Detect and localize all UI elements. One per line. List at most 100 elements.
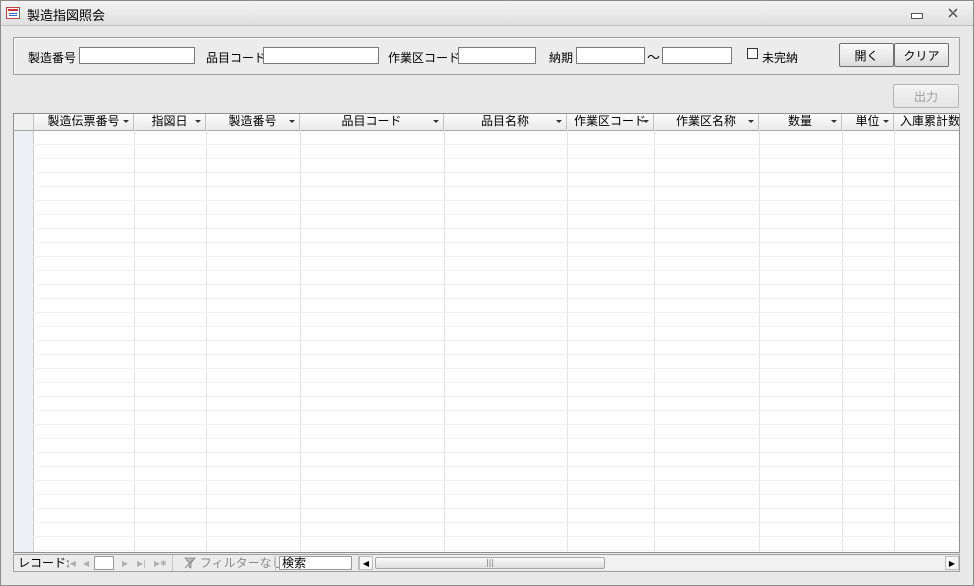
search-input[interactable]: 検索 — [279, 556, 352, 570]
record-label: レコード: — [18, 556, 71, 570]
column-header-label: 作業区名称 — [675, 114, 736, 128]
window-title: 製造指図照会 — [27, 9, 106, 24]
nav-divider — [275, 555, 276, 571]
row-gridline — [33, 242, 959, 243]
output-button[interactable]: 出力 — [893, 84, 959, 108]
row-gridline — [33, 144, 959, 145]
title-bar: 製造指図照会 — [1, 1, 973, 26]
column-header[interactable]: 品目コード — [300, 114, 444, 130]
column-gridline — [134, 130, 135, 552]
column-header-label: 入庫累計数 — [900, 114, 960, 128]
row-gridline — [33, 228, 959, 229]
column-gridline — [842, 130, 843, 552]
minimize-icon — [911, 13, 923, 19]
horizontal-scrollbar[interactable]: ◀ ||| ▶ — [358, 556, 959, 570]
column-header[interactable]: 指図日 — [134, 114, 206, 130]
mfg-no-input[interactable] — [79, 47, 195, 64]
row-gridline — [33, 438, 959, 439]
row-gridline — [33, 354, 959, 355]
dropdown-arrow-icon[interactable] — [883, 120, 889, 123]
column-header[interactable]: 入庫累計数 — [894, 114, 960, 130]
nav-divider — [172, 555, 173, 571]
incomplete-checkbox[interactable] — [747, 48, 758, 59]
incomplete-label: 未完納 — [762, 51, 799, 65]
column-header[interactable]: 作業区名称 — [654, 114, 759, 130]
column-header[interactable]: 作業区コード — [567, 114, 654, 130]
row-gridline — [33, 522, 959, 523]
clear-button[interactable]: クリア — [894, 43, 949, 67]
column-header[interactable]: 製造番号 — [206, 114, 300, 130]
due-from-input[interactable] — [576, 47, 645, 64]
new-record-icon[interactable]: ▶✱ — [154, 559, 167, 568]
work-area-input[interactable] — [458, 47, 536, 64]
due-to-input[interactable] — [662, 47, 732, 64]
column-header[interactable]: 数量 — [759, 114, 842, 130]
filter-status-label: フィルターなし — [199, 556, 284, 570]
column-header-label: 単位 — [855, 114, 880, 128]
column-gridline — [894, 130, 895, 552]
mfg-no-label: 製造番号 — [28, 51, 77, 65]
due-range-separator: ～ — [647, 51, 661, 66]
row-gridline — [33, 158, 959, 159]
row-gridline — [33, 200, 959, 201]
row-gridline — [33, 550, 959, 551]
record-navigation-bar: レコード: |◀ ◀ ▶ ▶| ▶✱ フィルターなし 検索 ◀ ||| ▶ — [13, 554, 960, 572]
minimize-button[interactable] — [906, 3, 928, 23]
dropdown-arrow-icon[interactable] — [831, 120, 837, 123]
column-header-label: 品目名称 — [480, 114, 529, 128]
row-gridline — [33, 424, 959, 425]
record-selector-column[interactable] — [14, 114, 34, 552]
datasheet-header: 製造伝票番号 指図日 製造番号 品目コード 品目名称 作業区コード 作業区名称 … — [14, 114, 959, 131]
column-header-label: 数量 — [787, 114, 812, 128]
column-gridline — [567, 130, 568, 552]
column-header-label: 品目コード — [341, 114, 402, 128]
column-gridline — [759, 130, 760, 552]
row-gridline — [33, 410, 959, 411]
row-gridline — [33, 480, 959, 481]
dropdown-arrow-icon[interactable] — [748, 120, 754, 123]
column-header[interactable]: 単位 — [842, 114, 894, 130]
dropdown-arrow-icon[interactable] — [643, 120, 649, 123]
row-gridline — [33, 536, 959, 537]
row-gridline — [33, 396, 959, 397]
row-gridline — [33, 508, 959, 509]
column-header[interactable]: 品目名称 — [444, 114, 567, 130]
filter-off-icon — [184, 557, 196, 569]
column-header[interactable]: 製造伝票番号 — [34, 114, 134, 130]
dropdown-arrow-icon[interactable] — [556, 120, 562, 123]
last-record-icon[interactable]: ▶| — [137, 559, 146, 568]
filter-toggle[interactable]: フィルターなし — [184, 556, 284, 571]
previous-record-icon[interactable]: ◀ — [83, 559, 89, 568]
column-header-label: 作業区コード — [573, 114, 646, 128]
dropdown-arrow-icon[interactable] — [195, 120, 201, 123]
row-gridline — [33, 186, 959, 187]
row-gridline — [33, 452, 959, 453]
scroll-right-icon[interactable]: ▶ — [945, 556, 959, 570]
row-gridline — [33, 368, 959, 369]
row-gridline — [33, 284, 959, 285]
column-gridline — [444, 130, 445, 552]
scroll-left-icon[interactable]: ◀ — [359, 556, 373, 570]
column-gridline — [654, 130, 655, 552]
scroll-thumb[interactable]: ||| — [375, 557, 605, 569]
dropdown-arrow-icon[interactable] — [433, 120, 439, 123]
dropdown-arrow-icon[interactable] — [289, 120, 295, 123]
current-record-input[interactable] — [94, 556, 114, 570]
column-header-label: 指図日 — [151, 114, 188, 128]
column-gridline — [206, 130, 207, 552]
next-record-icon[interactable]: ▶ — [122, 559, 128, 568]
item-code-label: 品目コード — [206, 51, 267, 65]
open-button[interactable]: 開く — [839, 43, 894, 67]
row-gridline — [33, 340, 959, 341]
row-gridline — [33, 326, 959, 327]
first-record-icon[interactable]: |◀ — [67, 559, 76, 568]
form-window: 製造指図照会 製造番号 品目コード 作業区コード 納期 ～ 未完納 開く クリア… — [0, 0, 974, 586]
results-datasheet[interactable]: 製造伝票番号 指図日 製造番号 品目コード 品目名称 作業区コード 作業区名称 … — [13, 113, 960, 553]
row-gridline — [33, 172, 959, 173]
close-button[interactable] — [942, 3, 964, 23]
filter-panel: 製造番号 品目コード 作業区コード 納期 ～ 未完納 開く クリア — [13, 37, 960, 75]
select-all-corner[interactable] — [14, 114, 34, 130]
dropdown-arrow-icon[interactable] — [123, 120, 129, 123]
column-header-label: 製造伝票番号 — [47, 114, 120, 128]
item-code-input[interactable] — [263, 47, 379, 64]
